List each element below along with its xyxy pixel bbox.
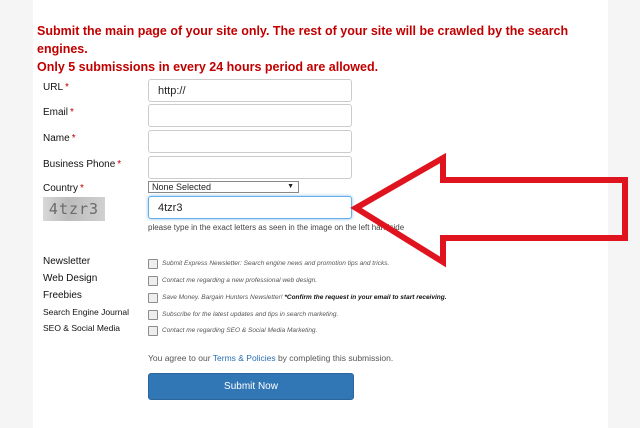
business-phone-label: Business Phone * — [43, 159, 122, 170]
name-input[interactable] — [148, 130, 352, 153]
terms-policies-link[interactable]: Terms & Policies — [213, 353, 276, 363]
terms-agreement: You agree to our Terms & Policies by com… — [148, 353, 394, 363]
search-engine-journal-checkbox[interactable] — [148, 310, 158, 320]
country-select[interactable]: None Selected ▼ — [148, 181, 299, 193]
business-phone-input[interactable] — [148, 156, 352, 179]
name-label: Name * — [43, 133, 76, 144]
captcha-input[interactable] — [148, 196, 352, 219]
email-label: Email * — [43, 107, 74, 118]
notice-line-1: Submit the main page of your site only. … — [37, 24, 569, 56]
option-label-freebies: Freebies — [43, 290, 82, 301]
notice-line-2: Only 5 submissions in every 24 hours per… — [37, 60, 379, 74]
search-engine-journal-text: Subscribe for the latest updates and tip… — [162, 311, 339, 318]
option-label-search-engine-journal: Search Engine Journal — [43, 307, 130, 317]
url-input[interactable] — [148, 79, 352, 102]
seo-social-checkbox[interactable] — [148, 326, 158, 336]
option-label-web-design: Web Design — [43, 273, 98, 284]
submit-now-button[interactable]: Submit Now — [148, 373, 354, 400]
country-selected-value: None Selected — [152, 182, 212, 192]
url-label: URL * — [43, 82, 69, 93]
freebies-checkbox[interactable] — [148, 293, 158, 303]
submission-form-page: Submit the main page of your site only. … — [33, 0, 608, 428]
dropdown-arrow-icon: ▼ — [287, 183, 294, 190]
country-label: Country * — [43, 183, 84, 194]
option-label-newsletter: Newsletter — [43, 256, 91, 267]
captcha-image: 4tzr3 — [43, 197, 105, 221]
email-input[interactable] — [148, 104, 352, 127]
freebies-text: Save Money. Bargain Hunters Newsletter! … — [162, 294, 447, 301]
option-label-seo-social: SEO & Social Media — [43, 323, 121, 333]
web-design-text: Contact me regarding a new professional … — [162, 277, 318, 284]
newsletter-text: Submit Express Newsletter: Search engine… — [162, 260, 390, 267]
submission-notice: Submit the main page of your site only. … — [37, 22, 597, 76]
captcha-hint: please type in the exact letters as seen… — [148, 223, 405, 232]
web-design-checkbox[interactable] — [148, 276, 158, 286]
newsletter-checkbox[interactable] — [148, 259, 158, 269]
seo-social-text: Contact me regarding SEO & Social Media … — [162, 327, 318, 334]
